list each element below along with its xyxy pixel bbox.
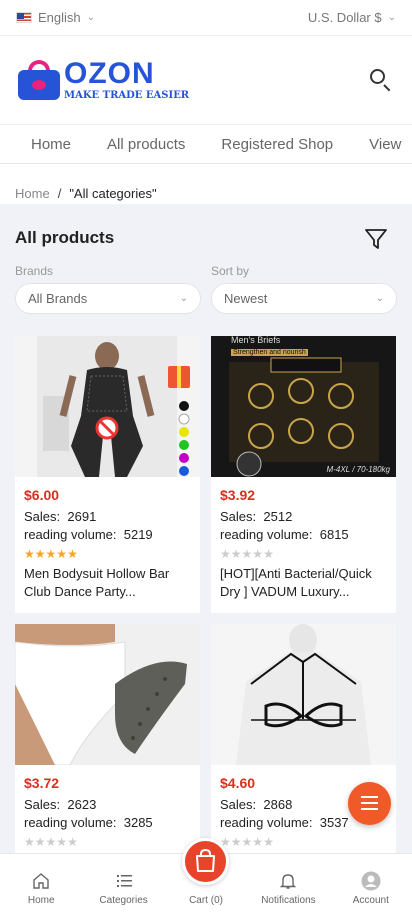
bottom-nav-account[interactable]: Account xyxy=(330,854,412,915)
star-icon: ★ xyxy=(220,547,231,561)
breadcrumb-home-link[interactable]: Home xyxy=(15,186,50,201)
bottom-nav-label: Cart (0) xyxy=(189,895,223,906)
sales-count: Sales: 2691 xyxy=(24,509,97,524)
star-rating: ★★★★★ xyxy=(24,835,191,849)
sort-value: Newest xyxy=(224,291,268,306)
chevron-down-icon: ⌄ xyxy=(387,12,396,23)
product-name[interactable]: [HOT][Anti Bacterial/Quick Dry ] VADUM Lu… xyxy=(220,565,387,601)
bottom-nav-home[interactable]: Home xyxy=(0,854,82,915)
star-icon: ★ xyxy=(252,547,264,561)
user-icon xyxy=(361,871,381,891)
product-price: $3.92 xyxy=(220,487,256,503)
image-caption: Strengthen and nourish xyxy=(231,349,308,356)
menu-fab-button[interactable] xyxy=(348,782,391,825)
tab-view[interactable]: View xyxy=(351,136,412,163)
star-icon: ★ xyxy=(252,835,264,849)
star-icon: ★ xyxy=(67,547,78,561)
product-image[interactable] xyxy=(15,336,200,477)
star-icon: ★ xyxy=(241,547,253,561)
star-icon: ★ xyxy=(56,547,68,561)
star-icon: ★ xyxy=(24,835,35,849)
bottom-nav-label: Notifications xyxy=(261,895,316,906)
star-icon: ★ xyxy=(263,835,274,849)
shopping-bag-icon xyxy=(196,848,215,872)
product-price: $6.00 xyxy=(24,487,60,503)
chevron-down-icon: ⌄ xyxy=(375,293,384,304)
search-icon[interactable] xyxy=(368,67,394,93)
product-name[interactable]: Men Bodysuit Hollow Bar Club Dance Party.… xyxy=(24,565,191,601)
star-rating: ★★★★★ xyxy=(24,547,191,561)
logo[interactable]: OZON MAKE TRADE EASIER xyxy=(18,59,189,101)
sort-dropdown[interactable]: Newest ⌄ xyxy=(211,283,397,314)
brands-label: Brands xyxy=(15,264,54,278)
chevron-down-icon: ⌄ xyxy=(86,12,96,23)
sales-count: Sales: 2512 xyxy=(220,509,293,524)
product-card[interactable]: Men's Briefs Strengthen and nourish M-4X… xyxy=(211,336,396,613)
star-icon: ★ xyxy=(230,547,242,561)
star-icon: ★ xyxy=(34,547,46,561)
bottom-nav-label: Home xyxy=(27,895,55,906)
reading-volume: reading volume: 6815 xyxy=(220,527,349,542)
star-icon: ★ xyxy=(230,835,242,849)
cart-button[interactable] xyxy=(182,838,229,885)
list-icon xyxy=(116,875,132,887)
language-label: English xyxy=(38,10,81,25)
image-caption: M-4XL / 70-180kg xyxy=(326,465,390,474)
filter-icon[interactable] xyxy=(364,227,388,251)
tab-home[interactable]: Home xyxy=(15,136,89,163)
star-rating: ★★★★★ xyxy=(220,835,387,849)
brands-value: All Brands xyxy=(28,291,88,306)
product-price: $3.72 xyxy=(24,775,60,791)
sales-count: Sales: 2623 xyxy=(24,797,97,812)
logo-tagline: MAKE TRADE EASIER xyxy=(64,90,190,101)
product-image[interactable] xyxy=(15,624,200,765)
home-icon xyxy=(33,873,49,889)
bottom-nav-label: Account xyxy=(352,895,389,906)
chevron-down-icon: ⌄ xyxy=(179,293,188,304)
product-grid: $6.00 Sales: 2691 reading volume: 5219 ★… xyxy=(15,336,397,901)
page-title: All products xyxy=(15,228,115,247)
product-card[interactable]: $6.00 Sales: 2691 reading volume: 5219 ★… xyxy=(15,336,200,613)
bottom-nav-label: Categories xyxy=(99,895,148,906)
bottom-nav-notifications[interactable]: Notifications xyxy=(247,854,329,915)
star-icon: ★ xyxy=(241,835,253,849)
tab-registered-shop[interactable]: Registered Shop xyxy=(203,136,351,163)
star-icon: ★ xyxy=(56,835,68,849)
reading-volume: reading volume: 3285 xyxy=(24,815,153,830)
currency-selector[interactable]: U.S. Dollar $ ⌄ xyxy=(308,10,396,25)
nav-tabs: Home All products Registered Shop View xyxy=(0,124,412,164)
star-icon: ★ xyxy=(45,547,57,561)
header: OZON MAKE TRADE EASIER xyxy=(0,36,412,124)
product-image[interactable]: Men's Briefs Strengthen and nourish M-4X… xyxy=(211,336,396,477)
language-selector[interactable]: English ⌄ xyxy=(16,10,95,25)
star-icon: ★ xyxy=(24,547,35,561)
sort-label: Sort by xyxy=(211,264,250,278)
breadcrumb: Home / "All categories" xyxy=(15,186,157,201)
logo-name: OZON xyxy=(64,57,155,90)
product-image[interactable] xyxy=(211,624,396,765)
star-icon: ★ xyxy=(45,835,57,849)
brands-dropdown[interactable]: All Brands ⌄ xyxy=(15,283,201,314)
bottom-nav-categories[interactable]: Categories xyxy=(82,854,164,915)
currency-label: U.S. Dollar $ xyxy=(307,10,382,25)
breadcrumb-current: "All categories" xyxy=(69,186,157,201)
star-rating: ★★★★★ xyxy=(220,547,387,561)
tab-all-products[interactable]: All products xyxy=(89,136,203,163)
star-icon: ★ xyxy=(263,547,274,561)
breadcrumb-separator: / xyxy=(57,186,62,201)
top-bar: English ⌄ U.S. Dollar $ ⌄ xyxy=(0,0,412,36)
us-flag-icon xyxy=(16,12,32,23)
star-icon: ★ xyxy=(67,835,78,849)
reading-volume: reading volume: 5219 xyxy=(24,527,153,542)
star-icon: ★ xyxy=(34,835,46,849)
shopping-bag-logo-icon xyxy=(18,60,60,100)
image-caption: Men's Briefs xyxy=(231,336,281,345)
bell-icon xyxy=(280,874,297,889)
